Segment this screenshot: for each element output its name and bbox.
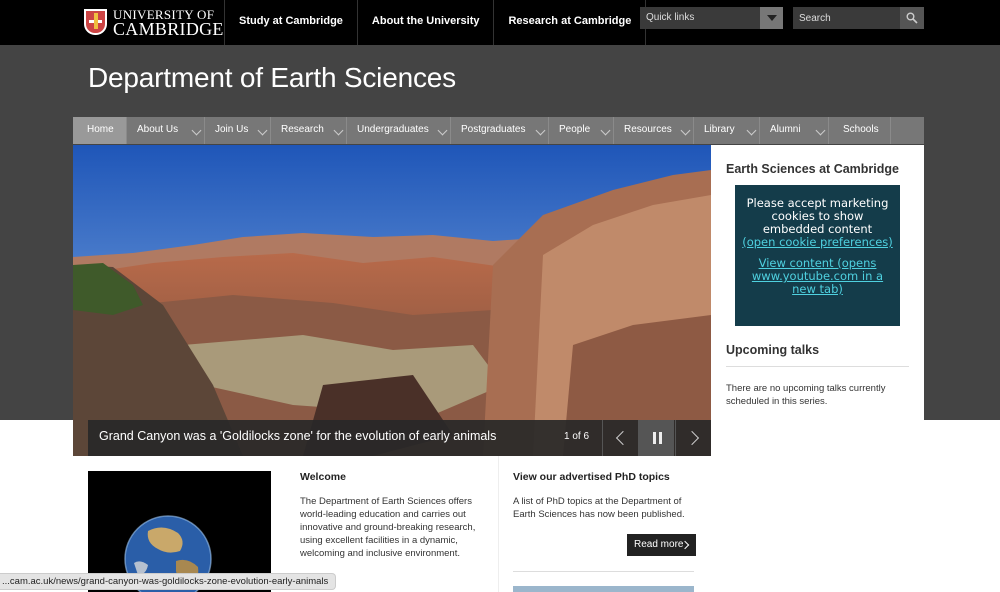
chevron-down-icon[interactable] [815, 125, 826, 136]
nav-item-schools[interactable]: Schools [829, 117, 891, 144]
chevron-right-icon [684, 430, 700, 446]
search-input[interactable] [793, 7, 893, 29]
main-nav: Home About Us Join Us Research Undergrad… [73, 117, 924, 144]
nav-label: Home [87, 124, 114, 135]
nav-item-join-us[interactable]: Join Us [205, 117, 271, 144]
slide-counter: 1 of 6 [564, 431, 590, 442]
nav-item-postgraduates[interactable]: Postgraduates [451, 117, 549, 144]
quick-links-select[interactable]: Quick links [640, 7, 783, 29]
sidebar: Earth Sciences at Cambridge Please accep… [711, 145, 924, 590]
welcome-heading: Welcome [300, 471, 346, 483]
carousel-pause-button[interactable] [638, 420, 674, 456]
nav-item-home[interactable]: Home [73, 117, 127, 144]
nav-item-research[interactable]: Research [271, 117, 347, 144]
nav-item-people[interactable]: People [549, 117, 614, 144]
top-nav-about[interactable]: About the University [356, 0, 494, 45]
nav-item-resources[interactable]: Resources [614, 117, 694, 144]
nav-label: People [559, 124, 591, 135]
nav-item-undergraduates[interactable]: Undergraduates [347, 117, 451, 144]
next-card-thumbnail[interactable] [513, 586, 694, 592]
chevron-down-icon[interactable] [437, 125, 448, 136]
nav-item-alumni[interactable]: Alumni [760, 117, 829, 144]
carousel-caption-bar: Grand Canyon was a 'Goldilocks zone' for… [88, 420, 711, 456]
chevron-down-icon[interactable] [746, 125, 757, 136]
nav-label: Resources [624, 124, 672, 135]
nav-label: Schools [843, 124, 879, 135]
no-talks-text: There are no upcoming talks currently sc… [726, 383, 886, 407]
nav-label: Postgraduates [461, 124, 526, 135]
nav-label: Undergraduates [357, 124, 429, 135]
page-title[interactable]: Department of Earth Sciences [88, 62, 456, 94]
cambridge-crest-icon [84, 9, 107, 35]
view-youtube-content-link[interactable]: View content (opens www.youtube.com in a… [735, 257, 900, 296]
top-nav-research[interactable]: Research at Cambridge [493, 0, 647, 45]
welcome-text: The Department of Earth Sciences offers … [300, 496, 476, 559]
chevron-left-icon [615, 430, 631, 446]
top-bar: UNIVERSITY OF CAMBRIDGE Study at Cambrid… [0, 0, 1000, 45]
chevron-down-icon[interactable] [191, 125, 202, 136]
chevron-down-icon[interactable] [535, 125, 546, 136]
cookie-message: Please accept marketing cookies to show … [746, 196, 889, 236]
chevron-down-icon[interactable] [333, 125, 344, 136]
nav-item-library[interactable]: Library [694, 117, 760, 144]
phd-column: View our advertised PhD topics A list of… [513, 471, 698, 521]
logo-line2: CAMBRIDGE [113, 19, 224, 39]
top-nav-study[interactable]: Study at Cambridge [224, 0, 357, 45]
carousel-next-button[interactable] [675, 420, 711, 456]
search-box [793, 7, 924, 29]
nav-label: Library [704, 124, 735, 135]
sidebar-heading-earth-sciences: Earth Sciences at Cambridge [726, 162, 899, 176]
chevron-down-icon[interactable] [257, 125, 268, 136]
chevron-down-icon[interactable] [680, 125, 691, 136]
quick-links-label: Quick links [646, 12, 695, 23]
divider [726, 366, 909, 367]
carousel-caption[interactable]: Grand Canyon was a 'Goldilocks zone' for… [99, 429, 496, 443]
dropdown-arrow-icon[interactable] [760, 7, 783, 29]
pause-icon [653, 432, 656, 444]
cookie-consent-box: Please accept marketing cookies to show … [735, 185, 900, 326]
search-button[interactable] [900, 7, 924, 29]
grand-canyon-photo [73, 145, 711, 456]
university-logo[interactable]: UNIVERSITY OF CAMBRIDGE [84, 6, 224, 38]
top-nav: Study at Cambridge About the University … [224, 0, 647, 45]
column-divider [498, 456, 499, 592]
phd-heading[interactable]: View our advertised PhD topics [513, 471, 698, 483]
read-more-button[interactable]: Read more [627, 534, 696, 556]
divider [513, 571, 694, 572]
open-cookie-preferences-link[interactable]: (open cookie preferences) [735, 236, 900, 249]
nav-label: Alumni [770, 124, 801, 135]
nav-label: Join Us [215, 124, 249, 135]
nav-label: Research [281, 124, 324, 135]
chevron-down-icon[interactable] [600, 125, 611, 136]
carousel-prev-button[interactable] [602, 420, 638, 456]
carousel-image[interactable] [73, 145, 711, 456]
welcome-column: Welcome The Department of Earth Sciences… [300, 471, 488, 560]
search-icon [906, 12, 918, 24]
phd-text: A list of PhD topics at the Department o… [513, 496, 685, 520]
nav-item-about-us[interactable]: About Us [127, 117, 205, 144]
browser-status-url: ...cam.ac.uk/news/grand-canyon-was-goldi… [0, 573, 337, 590]
read-more-label: Read more [634, 539, 684, 550]
nav-label: About Us [137, 124, 179, 135]
sidebar-heading-upcoming-talks: Upcoming talks [726, 343, 820, 357]
